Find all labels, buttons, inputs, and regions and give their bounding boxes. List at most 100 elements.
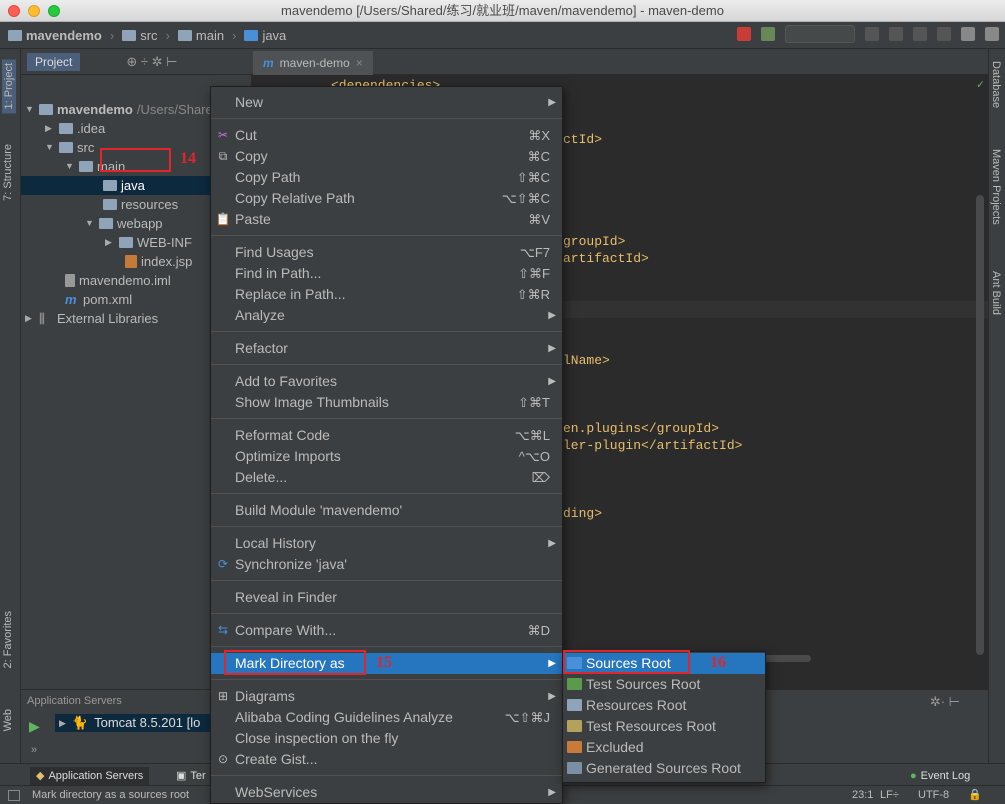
submenu-item-test-resources-root[interactable]: Test Resources Root — [563, 716, 765, 737]
tab-maven-demo[interactable]: m maven-demo × — [253, 51, 373, 75]
folder-icon — [59, 123, 73, 134]
right-tool-strip: Database Maven Projects Ant Build — [988, 49, 1005, 785]
event-log-icon: ● — [910, 770, 917, 782]
menu-item-refactor[interactable]: Refactor ▶ — [211, 338, 562, 359]
tree-node-mavendemo[interactable]: ▼ mavendemo/Users/Shared/练 — [25, 100, 237, 119]
settings-icon[interactable]: ✲· ⊢ — [930, 694, 960, 710]
lock-icon[interactable]: 🔒 — [968, 786, 982, 804]
menu-separator — [211, 646, 562, 647]
search-icon[interactable] — [985, 27, 999, 41]
tree-node-web-inf[interactable]: ▶ WEB-INF — [105, 233, 192, 252]
tree-node-mavendemo-iml[interactable]: mavendemo.iml — [65, 271, 171, 290]
chevron-right-icon: › — [109, 27, 115, 43]
tree-node-external-libraries[interactable]: ▶ ⫼ External Libraries — [25, 309, 158, 328]
minimize-window-icon[interactable] — [28, 5, 40, 17]
coverage-icon[interactable] — [913, 27, 927, 41]
tree-node-webapp[interactable]: ▼ webapp — [85, 214, 163, 233]
menu-separator — [211, 775, 562, 776]
menu-item-synchronize[interactable]: ⟳ Synchronize 'java' — [211, 554, 562, 575]
menu-item-copy[interactable]: ⧉ Copy ⌘C — [211, 146, 562, 167]
menu-separator — [211, 235, 562, 236]
menu-item-replace-in-path[interactable]: Replace in Path... ⇧⌘R — [211, 284, 562, 305]
tree-node-idea[interactable]: ▶ .idea — [45, 119, 105, 138]
menu-item-copy-relative-path[interactable]: Copy Relative Path ⌥⇧⌘C — [211, 188, 562, 209]
submenu-item-generated-sources-root[interactable]: Generated Sources Root — [563, 758, 765, 779]
check-icon: ✓ — [976, 78, 984, 92]
close-tab-icon[interactable]: × — [356, 56, 363, 70]
zoom-window-icon[interactable] — [48, 5, 60, 17]
tab-event-log[interactable]: ● Event Log — [904, 767, 976, 785]
tab-web[interactable]: Web — [2, 709, 14, 731]
tree-node-src[interactable]: ▼ src — [45, 138, 94, 157]
project-structure-icon[interactable] — [961, 27, 975, 41]
stop-icon[interactable] — [937, 27, 951, 41]
breadcrumb-project[interactable]: mavendemo › — [8, 28, 118, 43]
menu-item-copy-path[interactable]: Copy Path ⇧⌘C — [211, 167, 562, 188]
menu-item-analyze[interactable]: Analyze ▶ — [211, 305, 562, 326]
code-line: artifactId> — [563, 251, 649, 266]
menu-item-webservices[interactable]: WebServices ▶ — [211, 782, 562, 803]
submenu-item-test-sources-root[interactable]: Test Sources Root — [563, 674, 765, 695]
run-icon[interactable] — [865, 27, 879, 41]
file-encoding[interactable]: UTF-8 — [918, 786, 949, 804]
menu-item-build-module[interactable]: Build Module 'mavendemo' — [211, 500, 562, 521]
line-separator[interactable]: LF÷ — [880, 786, 899, 804]
menu-item-diagrams[interactable]: ⊞ Diagrams ▶ — [211, 686, 562, 707]
tab-project[interactable]: 1: Project — [2, 59, 16, 114]
cursor-position[interactable]: 23:1 — [852, 786, 873, 804]
title-bar: mavendemo [/Users/Shared/练习/就业班/maven/ma… — [0, 0, 1005, 22]
menu-item-delete[interactable]: Delete... ⌦ — [211, 467, 562, 488]
tree-node-resources[interactable]: resources — [103, 195, 178, 214]
tree-node-index-jsp[interactable]: index.jsp — [125, 252, 192, 271]
menu-item-close-inspection[interactable]: Close inspection on the fly — [211, 728, 562, 749]
tab-terminal[interactable]: ▣ Ter — [170, 767, 212, 785]
code-line: ctId> — [563, 132, 603, 147]
menu-item-find-usages[interactable]: Find Usages ⌥F7 — [211, 242, 562, 263]
server-row[interactable]: ▶ 🐈 Tomcat 8.5.201 [lo — [55, 714, 235, 732]
run-config-select[interactable] — [785, 25, 855, 43]
menu-item-show-image-thumbnails[interactable]: Show Image Thumbnails ⇧⌘T — [211, 392, 562, 413]
github-icon: ⊙ — [217, 752, 229, 766]
tool-windows-icon[interactable] — [8, 790, 20, 801]
annotation-box-java — [100, 148, 171, 172]
menu-item-new[interactable]: New ▶ — [211, 92, 562, 113]
menu-item-optimize-imports[interactable]: Optimize Imports ^⌥O — [211, 446, 562, 467]
debug-icon[interactable] — [889, 27, 903, 41]
menu-item-add-to-favorites[interactable]: Add to Favorites ▶ — [211, 371, 562, 392]
toolbar-right — [737, 25, 999, 43]
menu-item-alibaba-analyze[interactable]: Alibaba Coding Guidelines Analyze ⌥⇧⌘J — [211, 707, 562, 728]
tab-structure[interactable]: 7: Structure — [2, 144, 14, 201]
tab-maven-projects[interactable]: Maven Projects — [990, 149, 1002, 225]
menu-item-find-in-path[interactable]: Find in Path... ⇧⌘F — [211, 263, 562, 284]
menu-item-reveal-in-finder[interactable]: Reveal in Finder — [211, 587, 562, 608]
tab-favorites[interactable]: 2: Favorites — [2, 611, 14, 668]
project-view-select[interactable]: Project — [27, 52, 81, 71]
breadcrumb-main[interactable]: main › — [177, 28, 241, 43]
editor-scrollbar[interactable] — [976, 195, 984, 655]
tab-application-servers[interactable]: ◆ Application Servers — [30, 767, 150, 785]
vcs-icon[interactable] — [761, 27, 775, 41]
close-window-icon[interactable] — [8, 5, 20, 17]
breadcrumb-src[interactable]: src › — [122, 28, 174, 43]
menu-item-cut[interactable]: ✂ Cut ⌘X — [211, 125, 562, 146]
tree-node-java[interactable]: java — [103, 176, 145, 195]
tab-database[interactable]: Database — [990, 61, 1002, 108]
menu-item-create-gist[interactable]: ⊙ Create Gist... — [211, 749, 562, 770]
run-icon[interactable]: ▶ — [29, 718, 40, 735]
breadcrumb-java[interactable]: java — [244, 28, 286, 43]
settings-icon[interactable]: ⊕ ÷ ✲ ⊢ — [126, 54, 177, 70]
code-line: en.plugins</groupId> — [563, 421, 720, 436]
tab-ant-build[interactable]: Ant Build — [990, 271, 1002, 315]
build-icon[interactable] — [737, 27, 751, 41]
menu-item-compare-with[interactable]: ⇆ Compare With... ⌘D — [211, 620, 562, 641]
test-resources-root-icon — [567, 720, 582, 732]
submenu-item-resources-root[interactable]: Resources Root — [563, 695, 765, 716]
more-icon[interactable]: » — [31, 744, 37, 756]
tree-node-pom-xml[interactable]: m pom.xml — [65, 290, 132, 309]
menu-separator — [211, 580, 562, 581]
menu-item-reformat-code[interactable]: Reformat Code ⌥⌘L — [211, 425, 562, 446]
submenu-item-excluded[interactable]: Excluded — [563, 737, 765, 758]
menu-item-paste[interactable]: 📋 Paste ⌘V — [211, 209, 562, 230]
menu-item-local-history[interactable]: Local History ▶ — [211, 533, 562, 554]
folder-icon — [8, 29, 22, 41]
